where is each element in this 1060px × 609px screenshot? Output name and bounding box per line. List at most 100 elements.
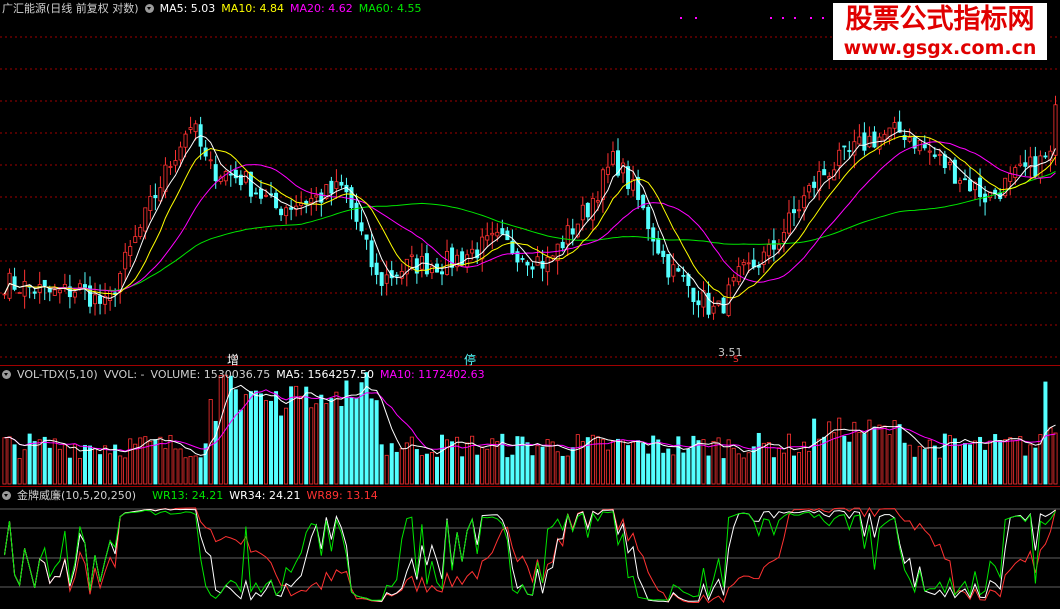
volume-bar [917, 445, 922, 485]
candle-body [178, 146, 183, 161]
volume-bar [253, 390, 258, 485]
candle-body [942, 154, 947, 169]
dropdown-icon[interactable] [2, 491, 11, 500]
candle-body [892, 122, 897, 129]
volume-bar [530, 455, 535, 485]
volume-bar [535, 445, 540, 485]
volume-bar [962, 443, 967, 485]
volume-bar [88, 445, 93, 485]
volume-bar [756, 432, 761, 485]
candle-body [721, 297, 726, 314]
candle-body [47, 288, 52, 293]
candle-body [907, 137, 912, 142]
volume-bar [67, 457, 72, 485]
volume-bar [827, 421, 832, 485]
candle-body [711, 305, 716, 314]
volume-bar [706, 455, 711, 485]
zeng-marker: 增 [227, 353, 240, 367]
volume-bar [354, 397, 359, 485]
volume-bar [646, 453, 651, 485]
volume-bar [339, 406, 344, 485]
volume-bar [113, 444, 118, 485]
dropdown-icon[interactable] [2, 370, 11, 379]
volume-bar [374, 400, 379, 485]
candle-body [158, 187, 163, 202]
candle-body [52, 289, 57, 296]
ma10-line [4, 135, 1056, 299]
volume-bar [998, 440, 1003, 485]
wr13-readout: WR13: 24.21 [152, 489, 224, 502]
volume-bar [1028, 444, 1033, 485]
volume-bar [399, 448, 404, 485]
volume-bar [988, 440, 993, 485]
volume-bar [445, 439, 450, 485]
volume-bar [7, 436, 12, 485]
volume-bar [993, 434, 998, 485]
candle-body [771, 240, 776, 250]
volume-bar [364, 372, 369, 485]
volume-bar [902, 442, 907, 485]
volume-bar [862, 433, 867, 485]
volume-bar [284, 407, 289, 485]
candle-body [691, 287, 696, 303]
candle-body [429, 265, 434, 274]
volume-bar [686, 448, 691, 485]
volume-bar [771, 457, 776, 485]
candle-body [681, 275, 686, 277]
candle-body [394, 274, 399, 277]
candle-body [525, 261, 530, 266]
candle-body [671, 264, 676, 277]
volume-bar [872, 426, 877, 485]
candle-body [108, 289, 113, 302]
stock-chart[interactable] [0, 0, 1060, 609]
volume-bar [736, 453, 741, 485]
volume-bar [294, 385, 299, 485]
volume-bar [676, 436, 681, 485]
candle-body [173, 160, 178, 166]
candle-body [314, 194, 319, 198]
volume-bar [233, 389, 238, 485]
candle-body [812, 181, 817, 188]
volume-bar [37, 439, 42, 485]
volume-bar [616, 438, 621, 485]
candle-body [82, 284, 87, 288]
candle-body [797, 209, 802, 212]
candle-body [927, 150, 932, 153]
volume-bar [12, 444, 17, 485]
candle-body [500, 228, 505, 235]
candle-body [656, 238, 661, 254]
vol-title: VOL-TDX(5,10) [17, 368, 98, 381]
candle-body [374, 262, 379, 275]
volume-bar [978, 436, 983, 485]
volume-bar [641, 443, 646, 485]
volume-bar [274, 391, 279, 485]
volume-bar [550, 441, 555, 485]
volume-bar [812, 418, 817, 485]
candle-body [143, 207, 148, 232]
volume-bar [781, 452, 786, 485]
candle-body [2, 293, 7, 296]
candle-body [1023, 162, 1028, 167]
volume-bar [847, 441, 852, 485]
volume-bar [837, 417, 842, 485]
candle-body [947, 161, 952, 166]
candle-body [600, 169, 605, 200]
candle-body [485, 235, 490, 241]
wr34-readout: WR34: 24.21 [229, 489, 301, 502]
volume-header: VOL-TDX(5,10) VVOL: - VOLUME: 1530036.75 MA… [2, 367, 491, 383]
candle-body [545, 256, 550, 273]
volume-bar [243, 394, 248, 485]
wr89-line [4, 507, 1056, 604]
volume-bar [475, 454, 480, 485]
volume-bar [384, 454, 389, 485]
dropdown-icon[interactable] [144, 4, 154, 13]
candle-body [470, 248, 475, 254]
candle-body [706, 292, 711, 315]
ma5-line [4, 130, 1056, 306]
volume-bar [766, 442, 771, 485]
volume-bar [248, 391, 253, 485]
wr34-line [4, 508, 1056, 603]
volume-bar [62, 444, 67, 485]
volume-bar [82, 444, 87, 485]
ma20-readout: MA20: 4.62 [290, 2, 353, 15]
